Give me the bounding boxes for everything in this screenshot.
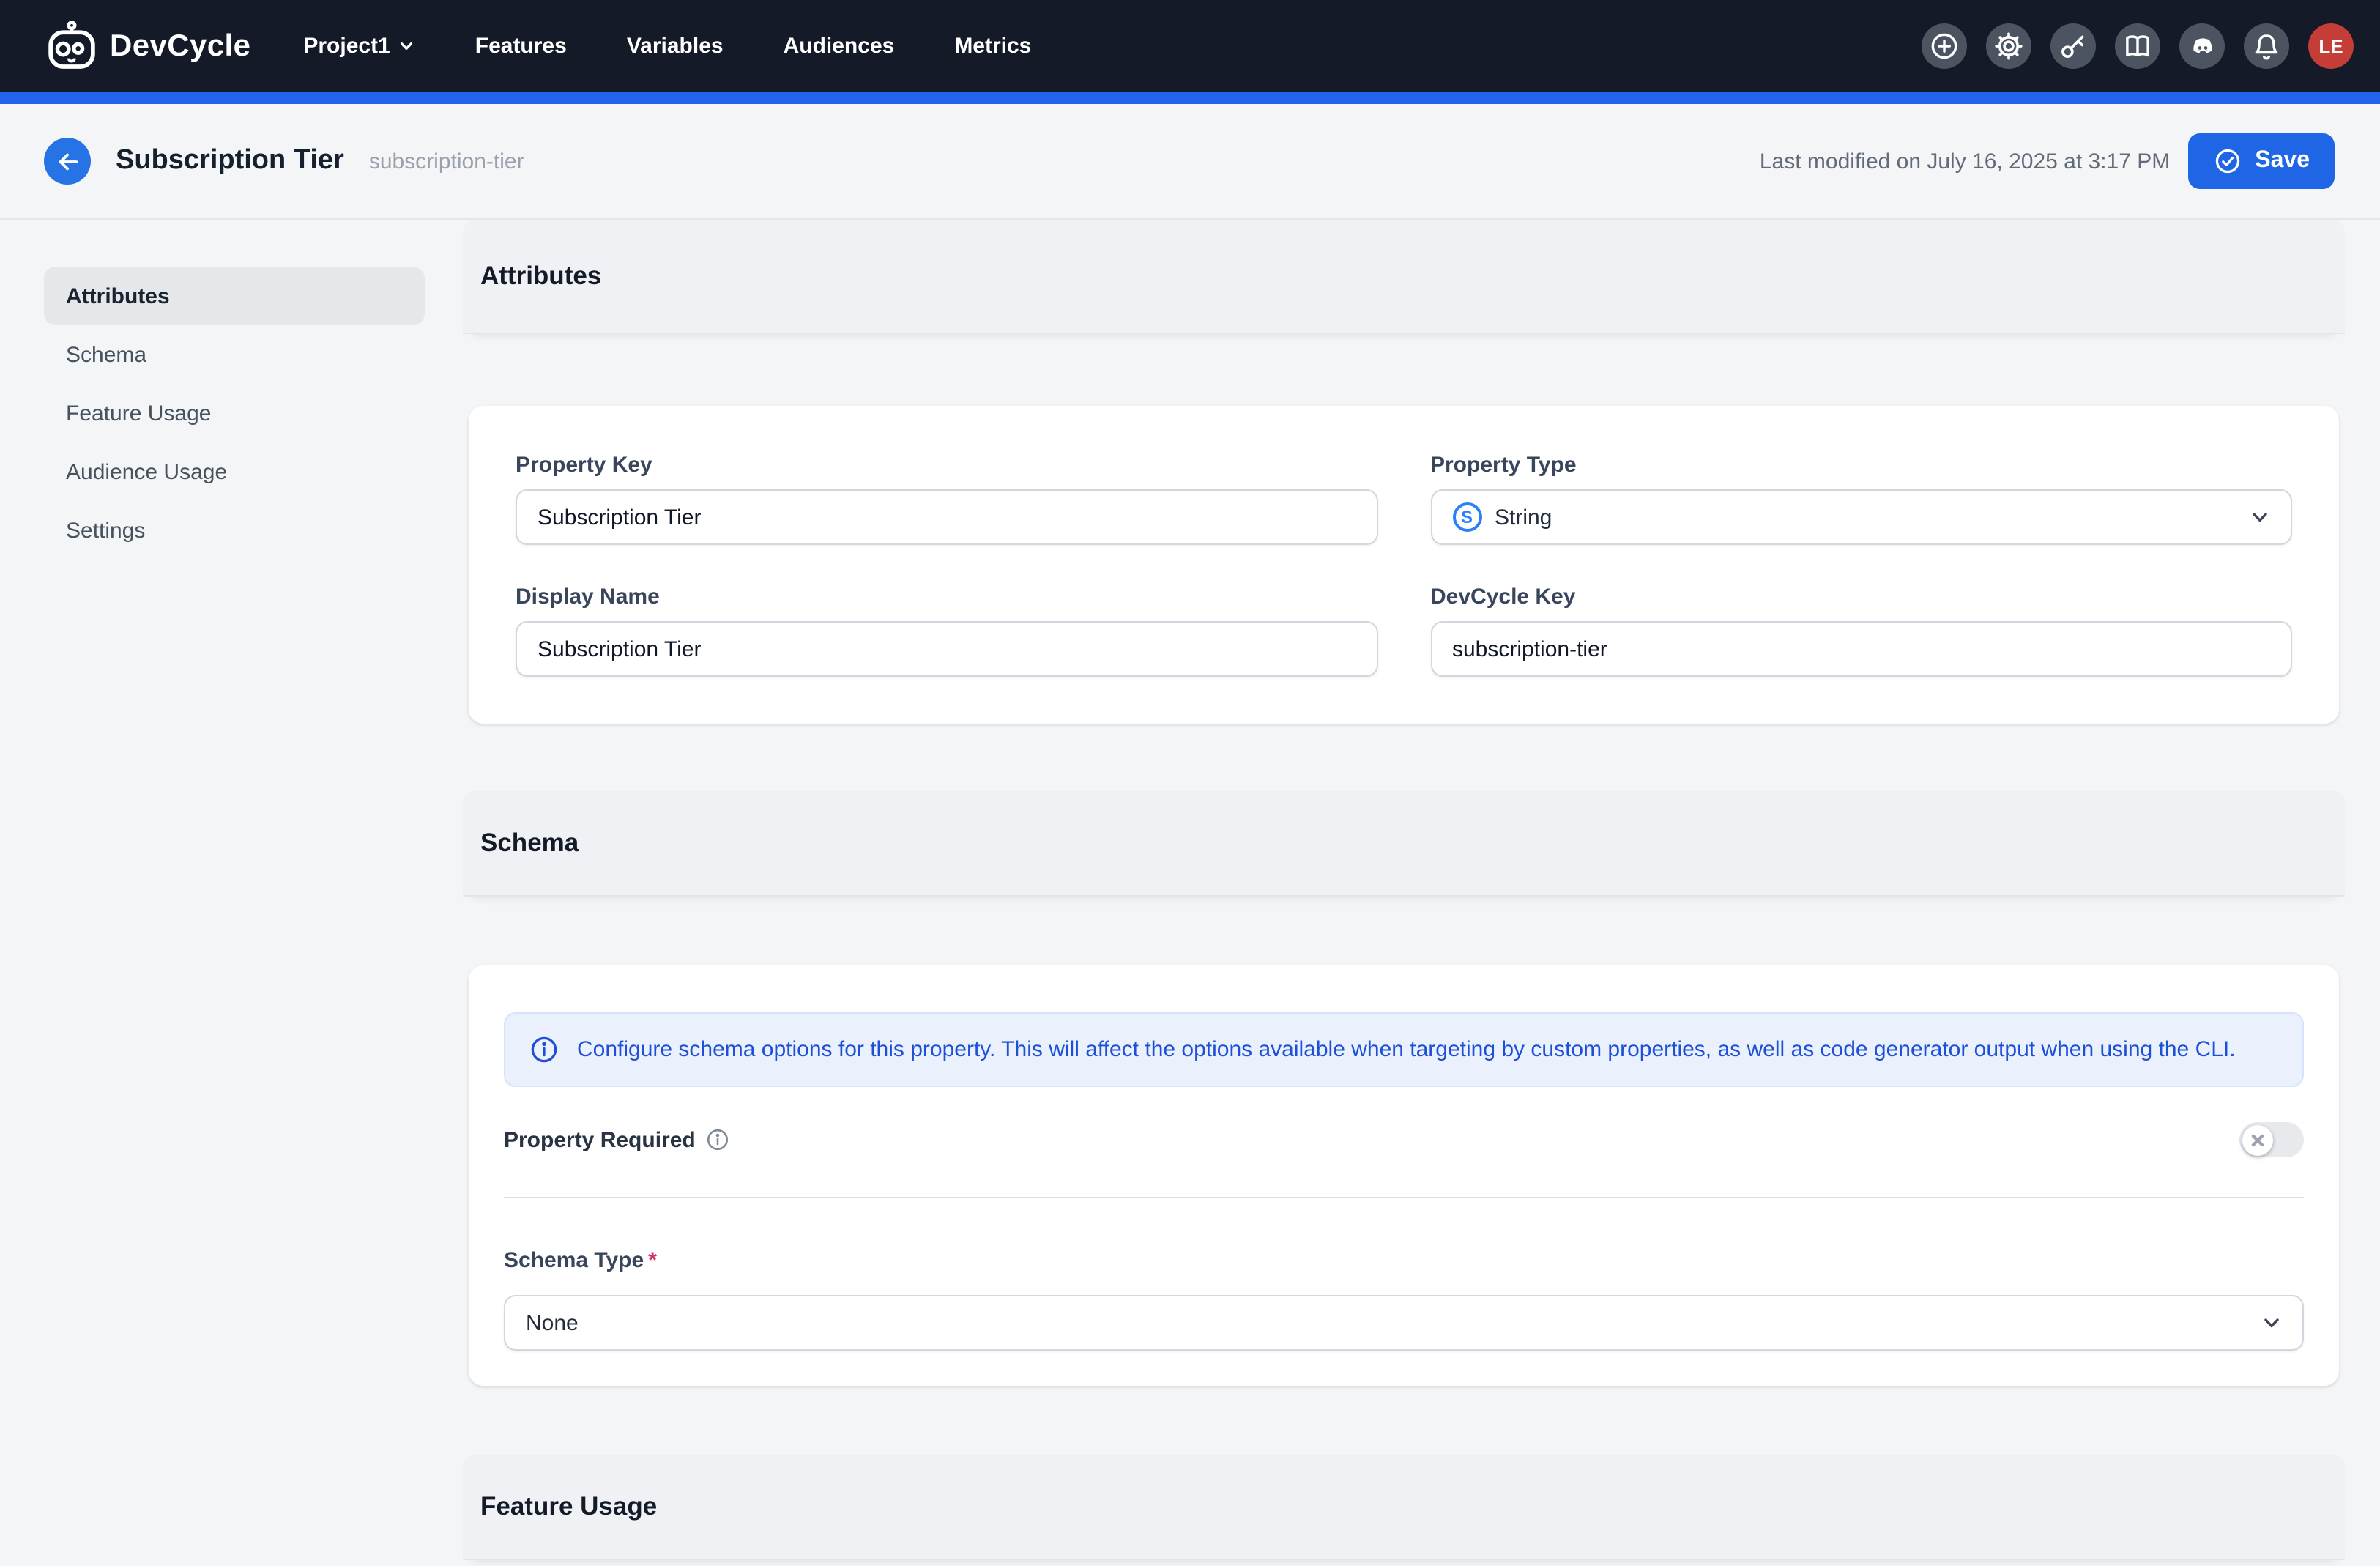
docs-button[interactable] (2115, 23, 2160, 69)
main-content: Attributes Property Key Property Type S … (463, 220, 2345, 1560)
property-required-label: Property Required (504, 1127, 729, 1152)
property-key-label: Property Key (516, 453, 1377, 478)
brand-name: DevCycle (110, 29, 250, 64)
schema-type-label: Schema Type* (504, 1248, 2304, 1273)
schema-info-banner: Configure schema options for this proper… (504, 1012, 2304, 1087)
content-layout: Attributes Schema Feature Usage Audience… (0, 220, 2380, 1560)
page-key: subscription-tier (369, 149, 524, 174)
header-right: Last modified on July 16, 2025 at 3:17 P… (1760, 133, 2335, 189)
gear-icon (1993, 31, 2024, 62)
schema-banner-text: Configure schema options for this proper… (577, 1035, 2236, 1064)
sidebar-item-schema[interactable]: Schema (44, 325, 425, 384)
last-modified-text: Last modified on July 16, 2025 at 3:17 P… (1760, 149, 2170, 174)
accent-bar (0, 92, 2380, 104)
user-avatar[interactable]: LE (2308, 23, 2354, 69)
settings-button[interactable] (1986, 23, 2031, 69)
nav-link-variables[interactable]: Variables (627, 34, 724, 59)
property-required-toggle[interactable] (2239, 1122, 2304, 1157)
schema-heading: Schema (480, 828, 579, 858)
schema-type-value: None (526, 1310, 579, 1335)
toggle-knob (2242, 1124, 2273, 1155)
string-type-icon: S (1452, 502, 1481, 532)
info-icon[interactable] (706, 1128, 729, 1151)
sidebar-item-attributes[interactable]: Attributes (44, 267, 425, 325)
property-type-value: String (1495, 505, 1552, 530)
page-header: Subscription Tier subscription-tier Last… (0, 104, 2380, 220)
info-circle-icon (529, 1034, 559, 1065)
devcycle-key-input[interactable] (1430, 621, 2292, 677)
attributes-fields: Property Key Property Type S String (516, 453, 2292, 677)
property-key-input[interactable] (516, 489, 1377, 545)
project-selector[interactable]: Project1 (303, 34, 414, 59)
sidebar-item-audience-usage[interactable]: Audience Usage (44, 442, 425, 501)
plus-circle-icon (1929, 31, 1960, 62)
page-title: Subscription Tier (116, 145, 344, 177)
nav-link-metrics[interactable]: Metrics (954, 34, 1031, 59)
book-icon (2122, 31, 2153, 62)
key-icon (2058, 31, 2089, 62)
property-type-select[interactable]: S String (1430, 489, 2292, 545)
feature-usage-heading: Feature Usage (480, 1491, 657, 1522)
attributes-card: Property Key Property Type S String (469, 406, 2339, 724)
feature-usage-section-header: Feature Usage (463, 1455, 2345, 1560)
chevron-down-icon (2261, 1313, 2282, 1333)
display-name-input[interactable] (516, 621, 1377, 677)
schema-divider (504, 1197, 2304, 1198)
api-keys-button[interactable] (2050, 23, 2096, 69)
devcycle-robot-icon (44, 18, 100, 74)
property-type-field-group: Property Type S String (1430, 453, 2292, 545)
required-asterisk: * (648, 1248, 657, 1273)
schema-card: Configure schema options for this proper… (469, 965, 2339, 1386)
notifications-button[interactable] (2244, 23, 2289, 69)
property-type-label: Property Type (1430, 453, 2292, 478)
page: DevCycle Project1 Features Variables Aud… (0, 0, 2380, 1566)
nav-link-audiences[interactable]: Audiences (784, 34, 895, 59)
sidebar-item-feature-usage[interactable]: Feature Usage (44, 384, 425, 442)
create-button[interactable] (1922, 23, 1967, 69)
save-button[interactable]: Save (2187, 133, 2335, 189)
bell-icon (2251, 31, 2282, 62)
sidebar: Attributes Schema Feature Usage Audience… (44, 267, 425, 560)
schema-type-select[interactable]: None (504, 1295, 2304, 1351)
nav-actions: LE (1922, 23, 2354, 69)
arrow-left-icon (55, 149, 80, 174)
top-nav: DevCycle Project1 Features Variables Aud… (0, 0, 2380, 92)
x-icon (2251, 1133, 2264, 1146)
discord-button[interactable] (2179, 23, 2225, 69)
back-button[interactable] (44, 138, 91, 185)
nav-links: Project1 Features Variables Audiences Me… (303, 34, 1031, 59)
property-key-field-group: Property Key (516, 453, 1377, 545)
nav-link-features[interactable]: Features (475, 34, 567, 59)
devcycle-key-label: DevCycle Key (1430, 585, 2292, 609)
attributes-heading: Attributes (480, 261, 601, 292)
check-circle-icon (2212, 146, 2242, 176)
chevron-down-icon (399, 38, 415, 54)
schema-section-header: Schema (463, 791, 2345, 897)
sidebar-item-settings[interactable]: Settings (44, 501, 425, 560)
chevron-down-icon (2250, 507, 2270, 527)
display-name-label: Display Name (516, 585, 1377, 609)
attributes-section-header: Attributes (463, 220, 2345, 334)
property-required-row: Property Required (504, 1119, 2304, 1160)
devcycle-key-field-group: DevCycle Key (1430, 585, 2292, 677)
brand-logo[interactable]: DevCycle (44, 18, 250, 74)
display-name-field-group: Display Name (516, 585, 1377, 677)
discord-icon (2187, 31, 2217, 61)
